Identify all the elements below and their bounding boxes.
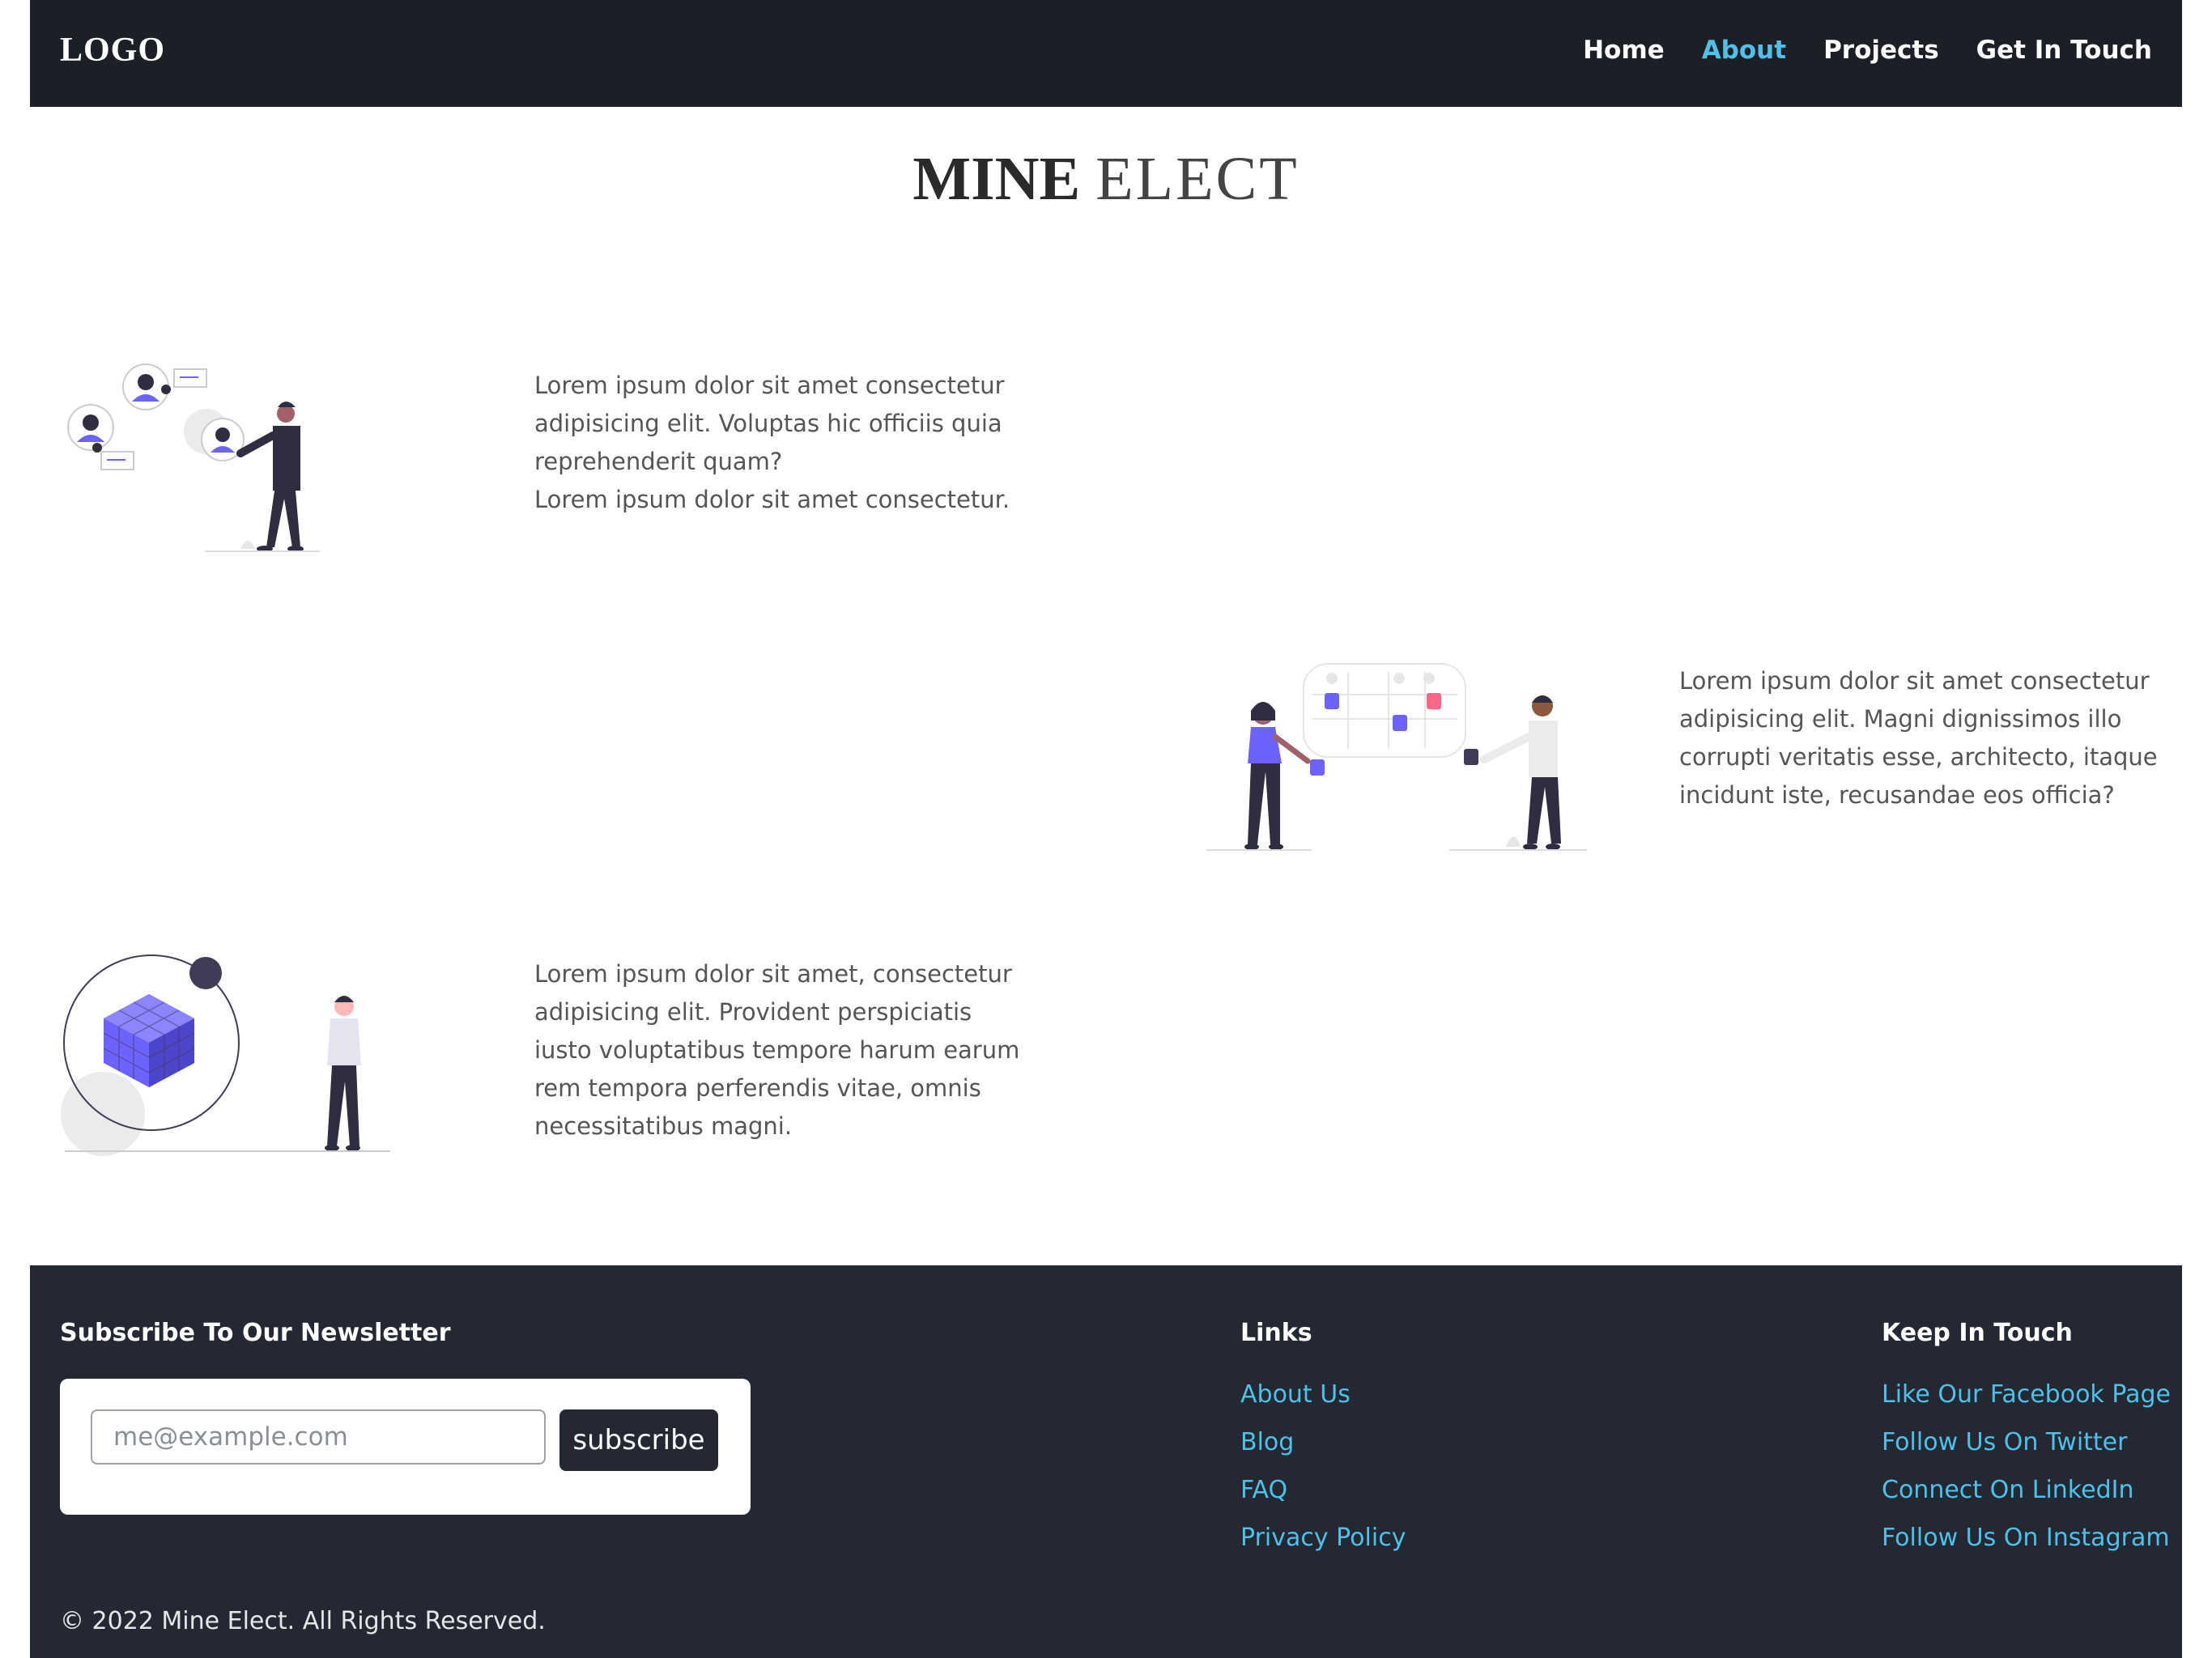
list-item: About Us (1240, 1380, 1406, 1428)
linkedin-link[interactable]: Connect On LinkedIn (1882, 1476, 2133, 1504)
list-item: Follow Us On Twitter (1882, 1428, 2171, 1476)
nav-home-link[interactable]: Home (1583, 36, 1665, 65)
cube-illustration (61, 954, 390, 1156)
section-2-line: incidunt iste, recusandae eos officia? (1679, 781, 2115, 809)
list-item: Follow Us On Instagram (1882, 1524, 2171, 1571)
list-item: Like Our Facebook Page (1882, 1380, 2171, 1428)
subscribe-button[interactable]: subscribe (559, 1409, 718, 1471)
list-item: Privacy Policy (1240, 1524, 1406, 1571)
nav-about-link[interactable]: About (1702, 36, 1786, 65)
logo[interactable]: LOGO (60, 31, 165, 70)
section-1-text: Lorem ipsum dolor sit amet consectetur a… (534, 367, 1010, 519)
section-1-line: Lorem ipsum dolor sit amet consectetur (534, 372, 1005, 399)
section-1-line: adipisicing elit. Voluptas hic officiis … (534, 410, 1002, 437)
list-item: FAQ (1240, 1476, 1406, 1524)
footer-links-list: About Us Blog FAQ Privacy Policy (1240, 1380, 1406, 1571)
section-2-line: corrupti veritatis esse, architecto, ita… (1679, 743, 2158, 771)
keep-in-touch-heading: Keep In Touch (1882, 1319, 2073, 1347)
privacy-policy-link[interactable]: Privacy Policy (1240, 1524, 1406, 1552)
page-title-bold: MINE (912, 145, 1081, 213)
list-item: Blog (1240, 1428, 1406, 1476)
twitter-link[interactable]: Follow Us On Twitter (1882, 1428, 2127, 1456)
section-3-line: iusto voluptatibus tempore harum earum (534, 1036, 1020, 1064)
newsletter-form: subscribe (60, 1379, 751, 1515)
main-nav: Home About Projects Get In Touch (1583, 36, 2152, 65)
section-1-line: Lorem ipsum dolor sit amet consectetur. (534, 486, 1010, 513)
copyright-text: © 2022 Mine Elect. All Rights Reserved. (60, 1607, 546, 1635)
page-title: MINE ELECT (30, 144, 2182, 215)
team-chat-illustration (67, 363, 320, 552)
about-us-link[interactable]: About Us (1240, 1380, 1351, 1409)
instagram-link[interactable]: Follow Us On Instagram (1882, 1524, 2170, 1552)
section-3-line: adipisicing elit. Provident perspiciatis (534, 998, 972, 1026)
section-3-line: rem tempora perferendis vitae, omnis (534, 1074, 981, 1102)
facebook-link[interactable]: Like Our Facebook Page (1882, 1380, 2171, 1409)
list-item: Connect On LinkedIn (1882, 1476, 2171, 1524)
section-2-line: adipisicing elit. Magni dignissimos illo (1679, 705, 2122, 733)
section-2-line: Lorem ipsum dolor sit amet consectetur (1679, 667, 2150, 695)
kanban-board-illustration (1206, 663, 1587, 851)
section-2-text: Lorem ipsum dolor sit amet consectetur a… (1679, 662, 2158, 814)
section-1-line: reprehenderit quam? (534, 448, 783, 475)
page: LOGO Home About Projects Get In Touch MI… (30, 0, 2182, 1658)
newsletter-heading: Subscribe To Our Newsletter (60, 1319, 451, 1347)
nav-get-in-touch-link[interactable]: Get In Touch (1976, 36, 2152, 65)
top-navbar: LOGO Home About Projects Get In Touch (30, 0, 2182, 107)
page-title-regular: ELECT (1095, 145, 1300, 213)
section-3-line: necessitatibus magni. (534, 1112, 793, 1140)
nav-projects-link[interactable]: Projects (1823, 36, 1939, 65)
links-heading: Links (1240, 1319, 1312, 1347)
site-footer: Subscribe To Our Newsletter subscribe Li… (30, 1265, 2182, 1658)
blog-link[interactable]: Blog (1240, 1428, 1294, 1456)
faq-link[interactable]: FAQ (1240, 1476, 1287, 1504)
section-3-text: Lorem ipsum dolor sit amet, consectetur … (534, 955, 1019, 1146)
email-input[interactable] (91, 1409, 546, 1465)
section-3-line: Lorem ipsum dolor sit amet, consectetur (534, 960, 1012, 988)
social-links-list: Like Our Facebook Page Follow Us On Twit… (1882, 1380, 2171, 1571)
